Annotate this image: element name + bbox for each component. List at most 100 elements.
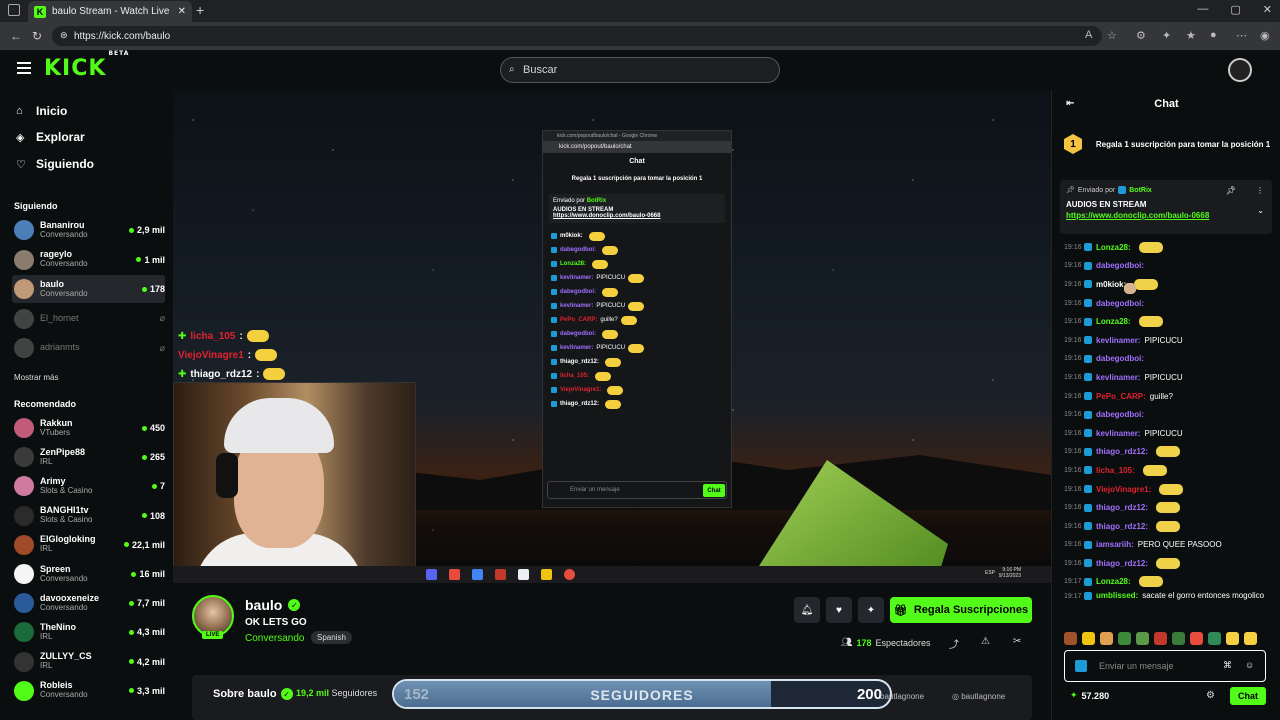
message-user[interactable]: Lonza28: (1096, 243, 1131, 252)
browser-tab[interactable]: K baulo Stream - Watch Live o ✕ (28, 1, 192, 22)
nav-siguiendo[interactable]: ♡ Siguiendo (16, 157, 94, 171)
message-user[interactable]: dabegodboi: (1096, 354, 1144, 363)
video-player[interactable]: ✚ licha_105: ViejoVinagre1: ✚ thiago_rdz12… (173, 90, 1051, 583)
message-user[interactable]: dabegodboi: (1096, 410, 1144, 419)
sidebar-channel[interactable]: davooxeneize Conversando 7,7 mil (12, 589, 165, 617)
back-icon[interactable]: ← (10, 29, 22, 43)
chat-message[interactable]: 19:16 dabegodboi: (1064, 283, 1274, 369)
gift-leaderboard[interactable]: 1 Regala 1 suscripción para tomar la pos… (1064, 126, 1274, 162)
more-icon[interactable]: ⋮ (1256, 186, 1264, 195)
sidebar-channel[interactable]: El_hornet ⌀ (12, 305, 165, 333)
clip-icon[interactable]: ✂ (1013, 636, 1021, 647)
chat-send-button[interactable]: Chat (1230, 687, 1266, 705)
sidebar-channel[interactable]: TheNino IRL 4,3 mil (12, 618, 165, 646)
message-user[interactable]: m0kiok: (1096, 280, 1126, 289)
show-more-link[interactable]: Mostrar más (14, 373, 58, 382)
pin-icon[interactable]: 📌︎ (1226, 186, 1236, 195)
message-user[interactable]: dabegodboi: (1096, 299, 1144, 308)
chat-input[interactable]: Enviar un mensaje ⌘ ☺ (1064, 650, 1266, 682)
nav-inicio[interactable]: ⌂ Inicio (16, 104, 67, 118)
message-user[interactable]: thiago_rdz12: (1096, 559, 1148, 568)
social-link-2[interactable]: ◎ bautlagnone (952, 692, 1005, 701)
social-link-1[interactable]: bautlagnone (880, 692, 924, 701)
chat-message[interactable]: 19:16 kevlinamer: PIPICUCU (1064, 283, 1274, 387)
read-aloud-icon[interactable]: A (1085, 29, 1092, 41)
extension-icon[interactable]: ⚙ (1136, 29, 1146, 42)
chat-message[interactable]: 19:16 dabegodboi: (1064, 257, 1274, 294)
maximize-icon[interactable]: ▢ (1230, 3, 1240, 16)
tab-close-icon[interactable]: ✕ (178, 6, 186, 17)
sidebar-channel[interactable]: adrianmts ⌀ (12, 334, 165, 362)
message-user[interactable]: thiago_rdz12: (1096, 503, 1148, 512)
chat-message[interactable]: 19:16 PePo_CARP: guille? (1064, 387, 1274, 406)
chat-message[interactable]: 19:16 dabegodboi: (1064, 283, 1274, 424)
chat-settings-icon[interactable]: ⚙ (1206, 690, 1215, 701)
message-user[interactable]: PePo_CARP: (1096, 392, 1146, 401)
chat-message[interactable]: 19:16 Lonza28: (1064, 312, 1274, 331)
sidebar-channel[interactable]: Rakkun VTubers 450 (12, 414, 165, 442)
sidebar-channel[interactable]: rageylo Conversando 1 mil (12, 246, 165, 274)
search-input[interactable]: ⌕ Buscar (500, 57, 780, 83)
chat-message[interactable]: 19:16 thiago_rdz12: (1064, 554, 1274, 573)
message-user[interactable]: thiago_rdz12: (1096, 522, 1148, 531)
kick-logo[interactable]: KICKBETA (44, 50, 129, 81)
chat-message[interactable]: 19:17 Lonza28: (1064, 573, 1274, 592)
sidebar-channel[interactable]: ElGlogloking IRL 22,1 mil (12, 531, 165, 559)
sidebar-channel[interactable]: ZULLYY_CS IRL 4,2 mil (12, 648, 165, 676)
sidebar-channel[interactable]: ZenPipe88 IRL 265 (12, 443, 165, 471)
chat-message[interactable]: 19:16 kevlinamer: PIPICUCU (1064, 283, 1274, 350)
command-icon[interactable]: ⌘ (1223, 660, 1232, 671)
chat-message[interactable]: 19:16 iamsariih: PERO QUEE PASOOO (1064, 536, 1274, 555)
share-icon[interactable]: ⤴ (949, 636, 959, 651)
report-icon[interactable]: ⚠ (981, 636, 990, 647)
language-tag[interactable]: Spanish (311, 631, 352, 644)
pinned-link[interactable]: https://www.donoclip.com/baulo-0668 (1066, 211, 1266, 220)
chevron-down-icon[interactable]: ⌄ (1257, 206, 1264, 215)
new-tab-button[interactable]: + (196, 2, 204, 18)
chat-message[interactable]: 19:16 kevlinamer: PIPICUCU (1064, 283, 1274, 443)
message-user[interactable]: licha_105: (1096, 466, 1135, 475)
message-user[interactable]: ViejoVinagre1: (1096, 485, 1151, 494)
message-user[interactable]: kevlinamer: (1096, 336, 1140, 345)
sidebar-channel[interactable]: baulo Conversando 178 (12, 275, 165, 303)
chat-message[interactable]: 19:16 thiago_rdz12: (1064, 498, 1274, 517)
chat-message[interactable]: 19:16 Lonza28: (1064, 238, 1274, 257)
message-user[interactable]: dabegodboi: (1096, 261, 1144, 270)
tab-search-icon[interactable] (8, 4, 20, 16)
site-info-icon[interactable]: ⊜ (60, 30, 68, 41)
minimize-icon[interactable]: — (1197, 3, 1208, 16)
chat-message[interactable]: 19:16 licha_105: (1064, 461, 1274, 480)
message-user[interactable]: Lonza28: (1096, 577, 1131, 586)
favorites-icon[interactable]: ★ (1186, 29, 1196, 42)
emoji-icon[interactable]: ☺ (1245, 660, 1254, 670)
url-field[interactable]: ⊜ https://kick.com/baulo (52, 26, 1102, 46)
streamer-name[interactable]: baulo ✓ (245, 597, 301, 613)
chat-message[interactable]: 19:16 thiago_rdz12: (1064, 517, 1274, 536)
boost-button[interactable]: ✦ (858, 597, 884, 623)
favorite-star-icon[interactable]: ☆ (1107, 29, 1117, 42)
reload-icon[interactable]: ↻ (32, 29, 42, 43)
menu-icon[interactable] (17, 62, 31, 74)
chat-message[interactable]: 19:16 m0kiok: (1064, 275, 1274, 294)
chat-messages[interactable]: 19:16 Lonza28: 19:16 dabegodboi: 19:16 m0kiok… (1064, 238, 1274, 602)
chat-message[interactable]: 19:17 umblissed: sacate el gorro entonces … (1064, 591, 1274, 601)
message-user[interactable]: kevlinamer: (1096, 373, 1140, 382)
chat-message[interactable]: 19:16 thiago_rdz12: (1064, 443, 1274, 462)
nav-explorar[interactable]: ◈ Explorar (16, 130, 85, 144)
gift-subs-button[interactable]: 🎁︎ Regala Suscripciones (890, 597, 1032, 623)
sidebar-channel[interactable]: Spreen Conversando 16 mil (12, 560, 165, 588)
chat-message[interactable]: 19:16 dabegodboi: (1064, 283, 1274, 313)
user-avatar-icon[interactable] (1228, 58, 1252, 82)
chat-message[interactable]: 19:16 ViejoVinagre1: (1064, 480, 1274, 499)
close-window-icon[interactable]: ✕ (1263, 3, 1272, 16)
sidebar-channel[interactable]: BANGHI1tv Slots & Casino 108 (12, 502, 165, 530)
message-user[interactable]: kevlinamer: (1096, 429, 1140, 438)
profile-icon[interactable]: ● (1210, 29, 1217, 41)
stream-category[interactable]: Conversando (245, 633, 304, 644)
sidebar-channel[interactable]: Arimy Slots & Casino 7 (12, 472, 165, 500)
follow-button[interactable]: ♥ (826, 597, 852, 623)
message-user[interactable]: thiago_rdz12: (1096, 447, 1148, 456)
message-user[interactable]: iamsariih: (1096, 540, 1134, 549)
channel-points[interactable]: ✦ 57.280 (1070, 690, 1109, 701)
sidebar-channel[interactable]: Bananirou Conversando 2,9 mil (12, 216, 165, 244)
